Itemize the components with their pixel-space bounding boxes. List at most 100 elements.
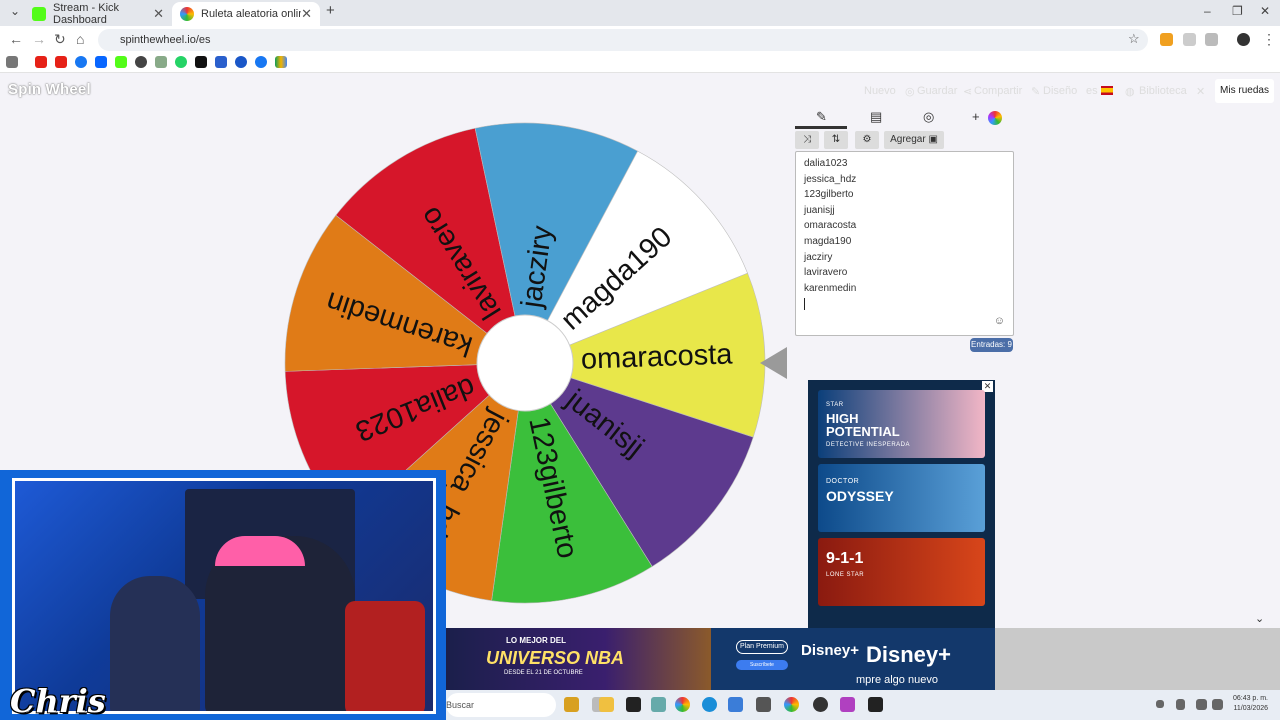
globe-icon[interactable]: [135, 56, 147, 68]
diseno-button[interactable]: Diseño: [1043, 85, 1077, 97]
agregar-image-button[interactable]: Agregar ▣: [884, 131, 944, 149]
new-tab-button[interactable]: +: [326, 2, 335, 19]
chevron-down-icon[interactable]: ⌄: [1255, 612, 1264, 625]
bookmark-star-icon[interactable]: ☆: [1128, 31, 1140, 47]
youtube-icon[interactable]: [55, 56, 67, 68]
bookmark-icon[interactable]: [215, 56, 227, 68]
hide-eye-icon[interactable]: ◎: [923, 109, 934, 125]
guardar-button[interactable]: Guardar: [917, 85, 957, 97]
biblioteca-button[interactable]: Biblioteca: [1139, 85, 1187, 97]
app-icon[interactable]: [840, 697, 855, 712]
tab-search-chevron-icon[interactable]: ⌄: [10, 4, 20, 18]
chrome-icon[interactable]: [675, 697, 690, 712]
tab-title: Ruleta aleatoria online – ruleta: [201, 8, 301, 20]
subscribe-button[interactable]: Suscríbete: [736, 660, 788, 670]
ad-panel[interactable]: ✕ STAR HIGH POTENTIAL DETECTIVE INESPERA…: [808, 380, 995, 630]
kick-icon[interactable]: [115, 56, 127, 68]
chrome-active-icon[interactable]: [784, 697, 799, 712]
sort-icon[interactable]: ⇅: [824, 131, 848, 149]
share-icon[interactable]: ⋖: [963, 85, 972, 98]
taskbar-search[interactable]: Buscar: [446, 693, 556, 717]
bookmark-icon[interactable]: [155, 56, 167, 68]
gaming-chair: [345, 601, 425, 711]
monitor-icon[interactable]: [1196, 699, 1207, 710]
results-clipboard-icon[interactable]: ▤: [870, 109, 882, 125]
settings-gear-icon[interactable]: ⚙: [855, 131, 879, 149]
ad-card-911-lone-star[interactable]: 9-1-1 LONE STAR: [818, 538, 985, 606]
tiktok-icon[interactable]: [195, 56, 207, 68]
bottom-ad-banner[interactable]: LO MEJOR DEL UNIVERSO NBA DESDE EL 21 DE…: [446, 628, 1280, 690]
widget-icon[interactable]: [564, 697, 579, 712]
profile-avatar[interactable]: [1237, 33, 1250, 46]
tab-kick-dashboard[interactable]: Stream - Kick Dashboard ✕: [24, 2, 172, 26]
add-color-icon[interactable]: +: [972, 109, 980, 124]
ad-subtitle: LONE STAR: [826, 572, 865, 578]
minimize-button[interactable]: –: [1204, 4, 1211, 18]
close-tab-icon[interactable]: ✕: [301, 6, 312, 22]
back-button[interactable]: ←: [9, 31, 23, 47]
close-tab-icon[interactable]: ✕: [153, 6, 164, 22]
volume-icon[interactable]: [1212, 699, 1223, 710]
text-caret: [804, 298, 805, 311]
microphone-icon[interactable]: [1176, 699, 1185, 710]
whatsapp-icon[interactable]: [175, 56, 187, 68]
facebook-icon[interactable]: [255, 56, 267, 68]
wheel-center[interactable]: [476, 314, 574, 412]
fullscreen-icon[interactable]: ✕: [1196, 85, 1205, 98]
facebook-icon[interactable]: [75, 56, 87, 68]
save-icon[interactable]: ◎: [905, 85, 915, 98]
emoji-icon[interactable]: ☺: [994, 315, 1005, 327]
language-selector[interactable]: es: [1086, 85, 1098, 97]
color-wheel-icon[interactable]: [988, 111, 1002, 125]
entry-line: jessica_hdz: [804, 173, 857, 185]
home-icon[interactable]: ⌂: [76, 31, 84, 47]
reload-button[interactable]: ↻: [54, 31, 66, 48]
disney-tagline: mpre algo nuevo: [856, 674, 938, 686]
tab-ruleta[interactable]: Ruleta aleatoria online – ruleta ✕: [172, 2, 320, 26]
entry-line: magda190: [804, 235, 852, 247]
address-bar[interactable]: spinthewheel.io/es: [98, 29, 1148, 51]
system-clock[interactable]: 06:43 p. m. 11/03/2026: [1233, 694, 1268, 714]
wheel-segment-label: omaracosta: [580, 338, 733, 375]
edit-pencil-icon[interactable]: ✎: [816, 109, 827, 125]
site-logo[interactable]: Spin Wheel: [8, 81, 91, 98]
ad-brand: STAR: [826, 402, 844, 408]
file-explorer-icon[interactable]: [599, 697, 614, 712]
mis-ruedas-button[interactable]: Mis ruedas: [1215, 79, 1274, 103]
pencil-icon[interactable]: ✎: [1031, 85, 1040, 98]
extension-icon[interactable]: [1160, 33, 1173, 46]
shuffle-icon[interactable]: ⤨: [795, 131, 819, 149]
nba-banner[interactable]: LO MEJOR DEL UNIVERSO NBA DESDE EL 21 DE…: [446, 628, 711, 690]
google-drive-icon[interactable]: [275, 56, 287, 68]
extensions-puzzle-icon[interactable]: [1205, 33, 1218, 46]
ad-card-doctor-odyssey[interactable]: DOCTOR ODYSSEY: [818, 464, 985, 532]
epic-games-icon[interactable]: [626, 697, 641, 712]
disney-banner[interactable]: Plan Premium Suscríbete Disney+ Disney+ …: [711, 628, 995, 690]
close-window-button[interactable]: ✕: [1260, 4, 1270, 18]
youtube-icon[interactable]: [35, 56, 47, 68]
obs-icon[interactable]: [813, 697, 828, 712]
menu-kebab-icon[interactable]: ⋮: [1262, 31, 1276, 48]
kick-icon: [32, 7, 46, 21]
nba-line1: LO MEJOR DEL: [506, 636, 567, 645]
compartir-button[interactable]: Compartir: [974, 85, 1022, 97]
app-icon[interactable]: [651, 697, 666, 712]
ad-card-high-potential[interactable]: STAR HIGH POTENTIAL DETECTIVE INESPERADA: [818, 390, 985, 458]
forward-button[interactable]: →: [32, 31, 46, 47]
tray-chevron-icon[interactable]: [1156, 700, 1164, 708]
entries-textarea[interactable]: dalia1023 jessica_hdz 123gilberto juanisjj o…: [795, 151, 1014, 336]
app-icon[interactable]: [728, 697, 743, 712]
search-placeholder: Buscar: [446, 700, 475, 710]
extension-icon[interactable]: [1183, 33, 1196, 46]
bookmark-icon[interactable]: [235, 56, 247, 68]
apps-grid-icon[interactable]: [6, 56, 18, 68]
app-icon[interactable]: [756, 697, 771, 712]
edge-icon[interactable]: [702, 697, 717, 712]
ad-brand: DOCTOR: [826, 478, 860, 485]
nuevo-button[interactable]: Nuevo: [864, 85, 896, 97]
meta-icon[interactable]: [95, 56, 107, 68]
restore-button[interactable]: ❐: [1232, 4, 1243, 18]
webcam-feed: [12, 478, 436, 714]
terminal-icon[interactable]: [868, 697, 883, 712]
globe-icon[interactable]: ◍: [1125, 85, 1135, 98]
